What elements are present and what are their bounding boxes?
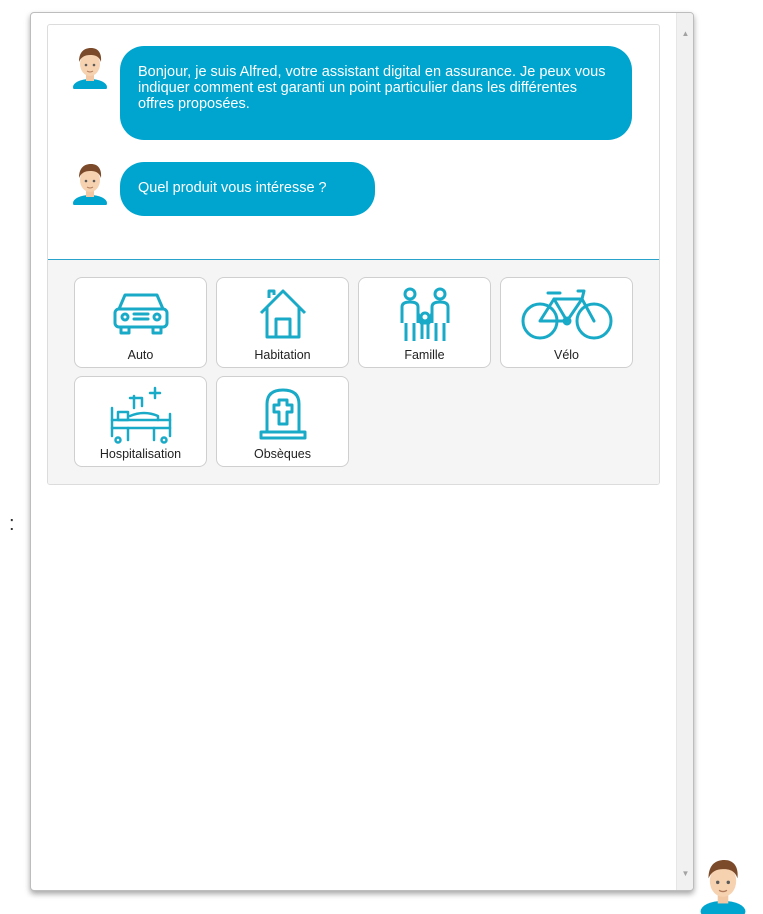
- choice-famille-button[interactable]: Famille: [358, 277, 491, 368]
- vertical-scrollbar[interactable]: ▲ ▼: [676, 13, 693, 890]
- bicycle-icon: [521, 289, 612, 340]
- avatar-alfred-icon: [72, 45, 108, 89]
- house-icon: [259, 289, 306, 339]
- choice-label: Obsèques: [254, 447, 311, 461]
- car-icon: [113, 293, 168, 335]
- choice-velo-button[interactable]: Vélo: [500, 277, 633, 368]
- message-bubble: Bonjour, je suis Alfred, votre assistant…: [120, 46, 632, 140]
- choice-label: Hospitalisation: [99, 447, 182, 461]
- scroll-up-icon[interactable]: ▲: [677, 25, 693, 42]
- choice-auto-button[interactable]: Auto: [74, 277, 207, 368]
- choice-label: Vélo: [553, 348, 580, 362]
- choice-habitation-button[interactable]: Habitation: [216, 277, 349, 368]
- chat-panel: Bonjour, je suis Alfred, votre assistant…: [47, 24, 660, 485]
- family-icon: [400, 287, 449, 341]
- tombstone-icon: [259, 388, 306, 440]
- choice-label: Auto: [127, 348, 154, 362]
- product-choices: Auto Habitation Famille Vélo Hospitalisa…: [48, 260, 659, 484]
- chat-window: Bonjour, je suis Alfred, votre assistant…: [30, 12, 694, 891]
- avatar-alfred-icon: [72, 161, 108, 205]
- choice-obseques-button[interactable]: Obsèques: [216, 376, 349, 467]
- scroll-down-icon[interactable]: ▼: [677, 865, 693, 882]
- message-bubble: Quel produit vous intéresse ?: [120, 162, 375, 216]
- choice-hospitalisation-button[interactable]: Hospitalisation: [74, 376, 207, 467]
- chat-launcher-avatar-icon[interactable]: [697, 856, 749, 914]
- message-list: Bonjour, je suis Alfred, votre assistant…: [48, 25, 659, 259]
- choice-label: Famille: [404, 348, 445, 362]
- choice-label: Habitation: [254, 348, 311, 362]
- hospital-bed-icon: [110, 386, 171, 444]
- stray-colon-text: :: [9, 513, 15, 535]
